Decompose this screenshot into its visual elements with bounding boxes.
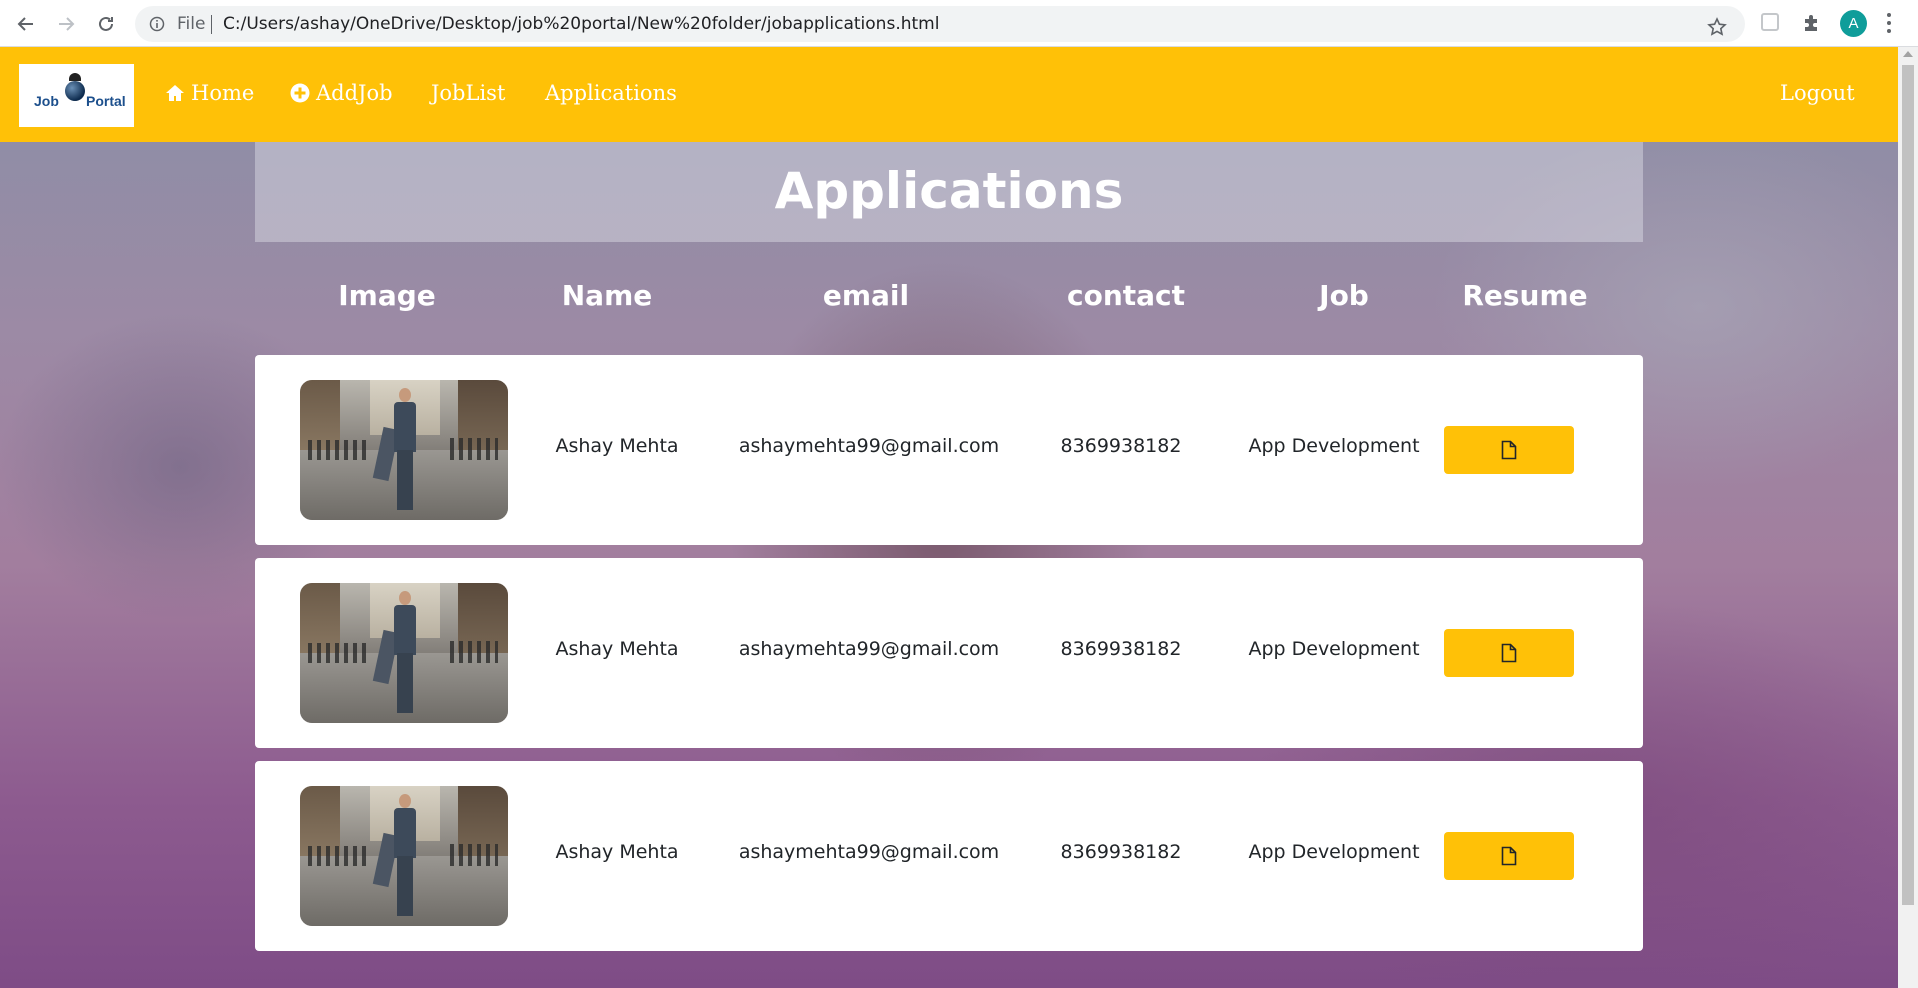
url-text[interactable]: C:/Users/ashay/OneDrive/Desktop/job%20po… (223, 14, 939, 34)
page-title-banner: Applications (255, 142, 1643, 242)
applicant-contact: 8369938182 (1060, 841, 1182, 863)
applicant-job: App Development (1248, 841, 1420, 863)
info-icon[interactable] (149, 16, 165, 32)
column-header-contact: contact (1066, 279, 1186, 312)
page-viewport: Job Portal Home AddJob JobList Applicati… (0, 47, 1898, 988)
bookmark-star-icon[interactable] (1707, 17, 1727, 37)
column-header-job: Job (1319, 279, 1369, 312)
applicant-email: ashaymehta99@gmail.com (738, 841, 1000, 863)
puzzle-extensions-icon[interactable] (1801, 12, 1823, 34)
table-row: Ashay Mehta ashaymehta99@gmail.com 83699… (255, 558, 1643, 748)
logout-link[interactable]: Logout (1780, 81, 1855, 105)
address-bar[interactable]: File C:/Users/ashay/OneDrive/Desktop/job… (135, 6, 1745, 42)
column-header-email: email (822, 279, 910, 312)
logo-bomb-icon (65, 73, 85, 101)
table-row: Ashay Mehta ashaymehta99@gmail.com 83699… (255, 355, 1643, 545)
nav-applications[interactable]: Applications (545, 81, 677, 105)
applicant-contact: 8369938182 (1060, 638, 1182, 660)
column-header-resume: Resume (1462, 279, 1588, 312)
divider (211, 15, 212, 34)
job-portal-logo[interactable]: Job Portal (19, 64, 134, 127)
resume-button[interactable] (1444, 832, 1574, 880)
plus-circle-icon (290, 83, 310, 103)
nav-joblist[interactable]: JobList (431, 81, 505, 105)
nav-applications-label: Applications (545, 81, 677, 105)
applicant-contact: 8369938182 (1060, 435, 1182, 457)
profile-avatar[interactable]: A (1840, 10, 1867, 37)
applicant-email: ashaymehta99@gmail.com (738, 638, 1000, 660)
logo-word-portal: Portal (86, 93, 126, 109)
resume-button[interactable] (1444, 629, 1574, 677)
file-icon (1501, 643, 1517, 663)
applicant-photo (300, 786, 508, 926)
nav-addjob[interactable]: AddJob (290, 81, 393, 105)
applicant-email: ashaymehta99@gmail.com (738, 435, 1000, 457)
scrollbar-thumb[interactable] (1902, 65, 1914, 905)
back-icon[interactable] (14, 12, 38, 36)
logout-label: Logout (1780, 81, 1855, 105)
column-header-image: Image (338, 279, 436, 312)
browser-menu-icon[interactable] (1886, 13, 1892, 33)
browser-toolbar: File C:/Users/ashay/OneDrive/Desktop/job… (0, 0, 1918, 47)
applicant-name: Ashay Mehta (555, 435, 679, 457)
home-icon (165, 83, 185, 103)
column-header-name: Name (561, 279, 653, 312)
applicant-name: Ashay Mehta (555, 841, 679, 863)
file-label: File (177, 14, 206, 34)
page-scrollbar[interactable] (1898, 47, 1918, 988)
scroll-up-arrow-icon[interactable] (1903, 51, 1913, 57)
applicant-job: App Development (1248, 435, 1420, 457)
file-icon (1501, 846, 1517, 866)
table-row: Ashay Mehta ashaymehta99@gmail.com 83699… (255, 761, 1643, 951)
extension-icon[interactable] (1761, 13, 1779, 31)
nav-home-label: Home (191, 81, 255, 105)
forward-icon[interactable] (54, 12, 78, 36)
reload-icon[interactable] (94, 12, 118, 36)
applicant-name: Ashay Mehta (555, 638, 679, 660)
page-title: Applications (774, 162, 1124, 220)
logo-word-job: Job (34, 93, 59, 109)
applicant-job: App Development (1248, 638, 1420, 660)
nav-joblist-label: JobList (431, 81, 506, 105)
nav-addjob-label: AddJob (316, 81, 393, 105)
navbar: Job Portal Home AddJob JobList Applicati… (0, 47, 1898, 142)
applicant-photo (300, 380, 508, 520)
nav-home[interactable]: Home (165, 81, 254, 105)
resume-button[interactable] (1444, 426, 1574, 474)
applicant-photo (300, 583, 508, 723)
file-icon (1501, 440, 1517, 460)
